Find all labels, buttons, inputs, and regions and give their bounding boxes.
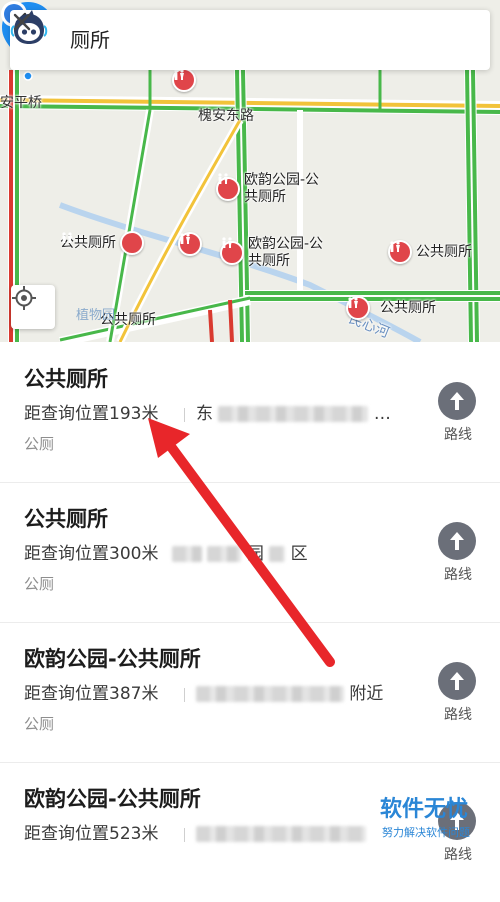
toilet-icon [346, 296, 370, 320]
watermark-main-text: 软件无忧 [380, 797, 469, 822]
address-tail-text: 区 [290, 544, 308, 564]
route-label: 路线 [444, 707, 472, 723]
address-redacted [196, 686, 344, 702]
map-view[interactable]: 安平桥 槐安东路 民心河 欧韵公园-公共厕所 公共厕所 欧韵公园-公共厕所 公共… [0, 0, 500, 342]
route-arrow-icon [438, 522, 476, 560]
result-title: 欧韵公园-公共厕所 [24, 787, 201, 811]
poi-ouyun-2[interactable]: 欧韵公园-公共厕所 [220, 236, 324, 270]
separator [184, 688, 185, 702]
poi-marker[interactable] [172, 68, 196, 92]
crosshair-icon [12, 286, 36, 310]
poi-label: 欧韵公园-公共厕所 [248, 236, 324, 269]
poi-public-4[interactable]: 公共厕所 [346, 296, 436, 320]
result-distance: 距查询位置193米 [24, 404, 159, 424]
route-button[interactable]: 路线 [436, 662, 480, 726]
result-title: 欧韵公园-公共厕所 [24, 647, 201, 671]
result-distance: 距查询位置300米 [24, 544, 159, 564]
poi-public-2[interactable]: 公共厕所 [388, 240, 472, 264]
address-redacted [196, 826, 366, 842]
toilet-icon [172, 68, 196, 92]
route-button[interactable]: 路线 [436, 522, 480, 586]
result-address: 园 区 [172, 542, 308, 566]
route-button[interactable]: 路线 [436, 382, 480, 446]
poi-label: 欧韵公园-公共厕所 [244, 172, 320, 205]
result-category: 公厕 [24, 575, 55, 593]
toilet-icon [220, 237, 244, 265]
address-visible-text: 东 [196, 404, 213, 424]
map-logo-text: 植物园 [76, 308, 116, 323]
poi-label: 公共厕所 [416, 243, 472, 260]
poi-label: 公共厕所 [380, 299, 436, 316]
search-query-text[interactable]: 厕所 [70, 26, 110, 54]
result-category: 公厕 [24, 435, 55, 453]
toilet-icon [388, 240, 412, 264]
toilet-icon [62, 231, 144, 255]
road-label-anping: 安平桥 [0, 95, 42, 111]
result-card[interactable]: 公共厕所 距查询位置193米 东 … 公厕 路线 [0, 342, 500, 483]
route-label: 路线 [444, 567, 472, 583]
result-card[interactable]: 公共厕所 距查询位置300米 园 区 公厕 路线 [0, 482, 500, 623]
address-tail-text: 附近 [349, 684, 384, 704]
result-card[interactable]: 欧韵公园-公共厕所 距查询位置387米 附近 公厕 路线 [0, 622, 500, 763]
result-category: 公厕 [24, 715, 55, 733]
address-visible-text: 园 [246, 544, 264, 564]
close-icon[interactable] [10, 10, 34, 34]
separator [184, 828, 185, 842]
result-title: 公共厕所 [24, 507, 108, 531]
poi-marker[interactable] [178, 232, 202, 256]
route-label: 路线 [444, 427, 472, 443]
address-redacted [207, 546, 242, 562]
result-title: 公共厕所 [24, 367, 108, 391]
road-label-huaian: 槐安东路 [198, 108, 254, 124]
result-address [196, 822, 366, 846]
address-redacted [269, 546, 286, 562]
watermark-sub-text: 努力解决软件问题 [382, 826, 470, 839]
address-tail-text: … [373, 404, 391, 424]
poi-ouyun-1[interactable]: 欧韵公园-公共厕所 [216, 172, 324, 206]
result-distance: 距查询位置387米 [24, 684, 159, 704]
locate-me-button[interactable] [11, 285, 55, 329]
results-list[interactable]: 公共厕所 距查询位置193米 东 … 公厕 路线 公共厕所 距查询位置300米 … [0, 342, 500, 863]
toilet-icon [178, 232, 202, 256]
toilet-icon [216, 173, 240, 201]
address-redacted [172, 546, 202, 562]
route-arrow-icon [438, 662, 476, 700]
separator [184, 408, 185, 422]
address-redacted [218, 406, 369, 422]
search-bar[interactable]: 厕所 [10, 10, 490, 70]
poi-public-1[interactable]: 公共厕所 [60, 231, 144, 255]
route-arrow-icon [438, 382, 476, 420]
watermark: 软件无忧 努力解决软件问题 [380, 796, 500, 854]
result-distance: 距查询位置523米 [24, 824, 159, 844]
result-address: 东 … [196, 402, 391, 426]
result-address: 附近 [196, 682, 383, 706]
